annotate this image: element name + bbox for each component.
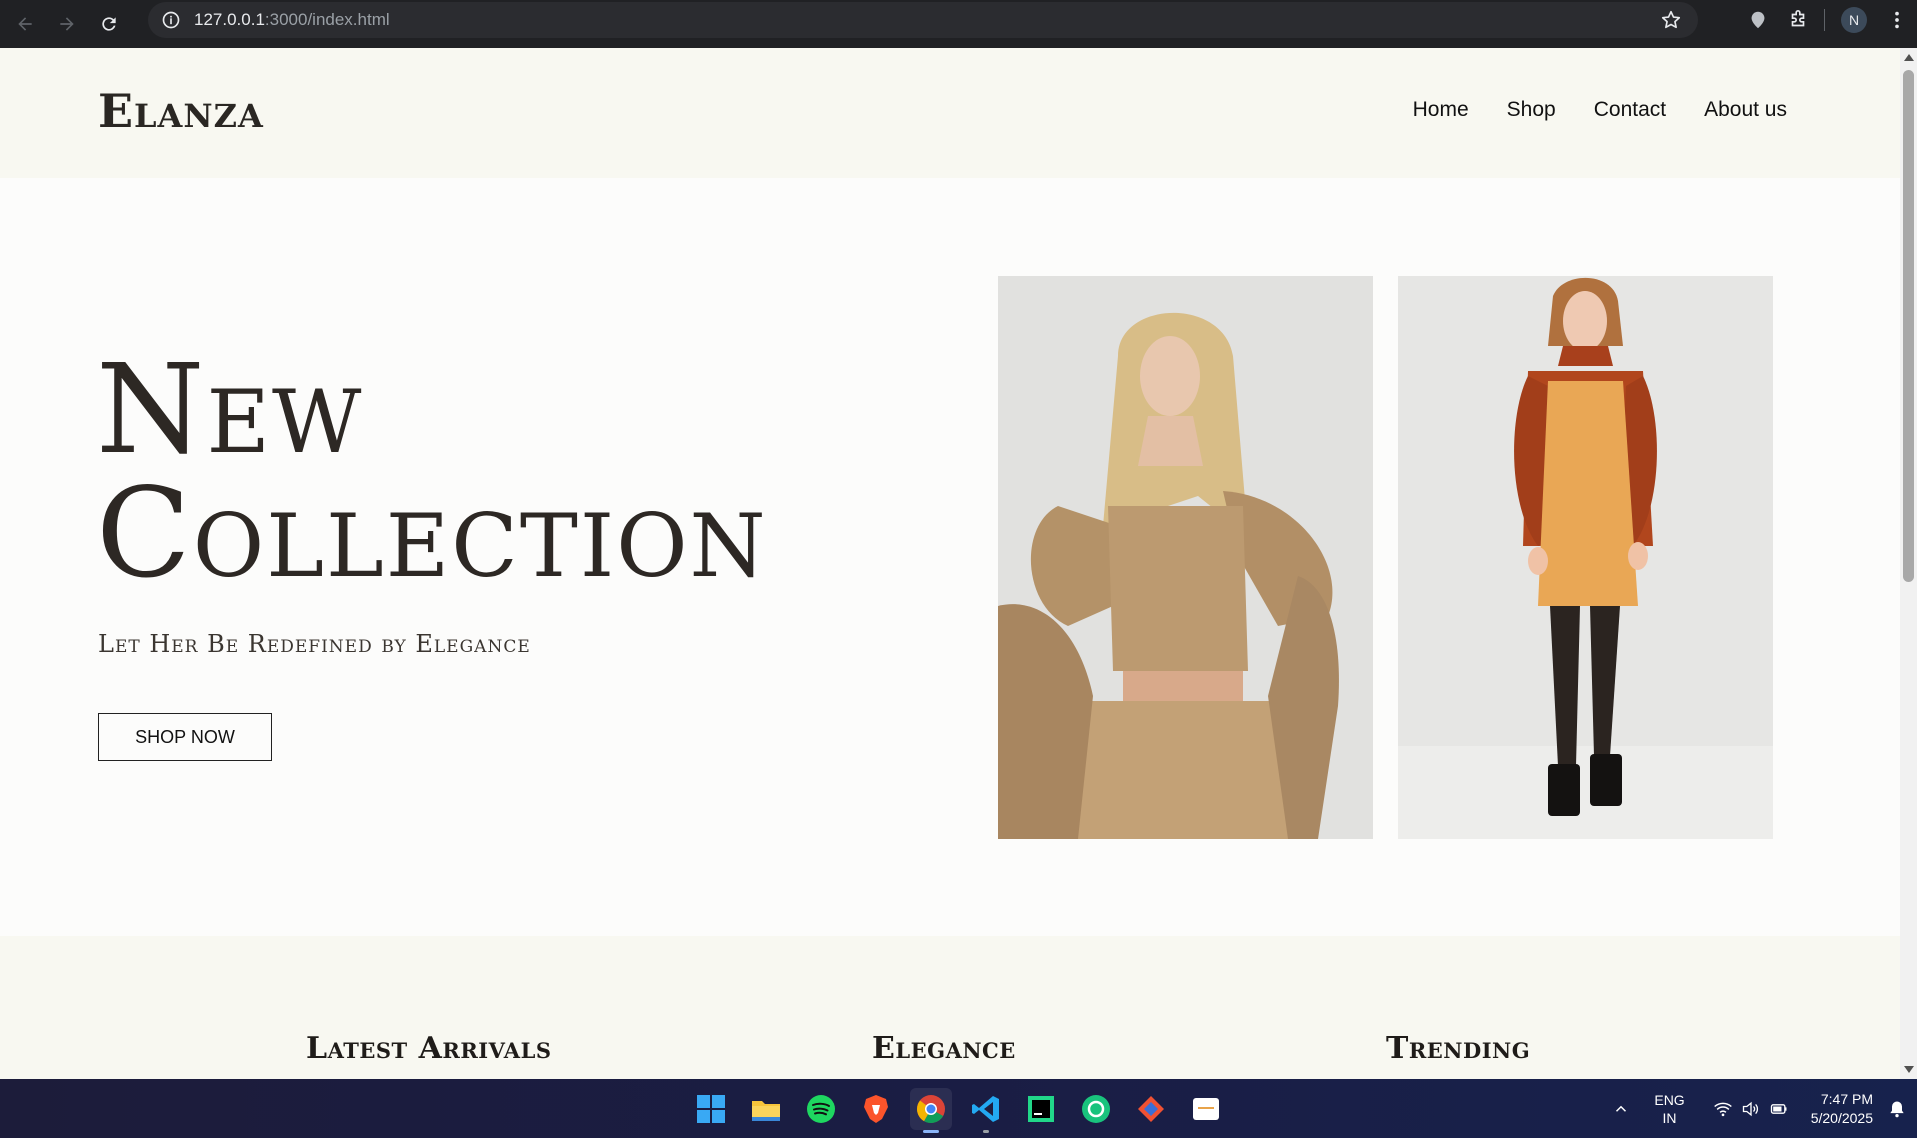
feature-title-elegance: Elegance xyxy=(872,1031,1016,1066)
nav-link-about[interactable]: About us xyxy=(1704,98,1787,122)
system-status-icons[interactable] xyxy=(1713,1099,1789,1119)
spotify-icon[interactable] xyxy=(800,1088,842,1130)
hero-title-line2: Collection xyxy=(96,462,768,606)
brave-icon[interactable] xyxy=(855,1088,897,1130)
scroll-down-arrow-icon[interactable] xyxy=(1904,1066,1914,1073)
clock-time: 7:47 PM xyxy=(1820,1090,1873,1107)
hero-subtitle: Let Her Be Redefined by Elegance xyxy=(98,630,531,658)
nav-link-home[interactable]: Home xyxy=(1413,98,1469,122)
taskbar-apps xyxy=(690,1088,1240,1133)
extensions-puzzle-icon[interactable] xyxy=(1778,0,1818,40)
hero-title: New Collection xyxy=(96,348,768,596)
hero-photo-beige-outfit xyxy=(998,276,1373,839)
address-bar[interactable]: 127.0.0.1:3000/index.html xyxy=(148,2,1698,38)
forward-arrow-icon xyxy=(60,17,74,31)
kebab-menu-icon[interactable] xyxy=(1877,0,1917,40)
battery-icon xyxy=(1770,1103,1787,1114)
extension-pin-icon[interactable] xyxy=(1738,0,1778,40)
toolbar-divider xyxy=(1824,9,1825,31)
windows-taskbar: ENG IN 7:47 PM 5/20/2025 xyxy=(0,1079,1917,1138)
system-tray: ENG IN 7:47 PM 5/20/2025 xyxy=(1606,1079,1917,1138)
open-app-indicator xyxy=(983,1130,989,1133)
bookmark-star-icon[interactable] xyxy=(1660,9,1682,31)
nav-link-shop[interactable]: Shop xyxy=(1507,98,1556,122)
site-header: Elanza Home Shop Contact About us xyxy=(0,48,1900,178)
scroll-up-arrow-icon[interactable] xyxy=(1904,54,1914,61)
shop-now-button[interactable]: SHOP NOW xyxy=(98,713,272,761)
start-icon[interactable] xyxy=(690,1088,732,1130)
site-logo[interactable]: Elanza xyxy=(98,84,264,138)
file-explorer-icon[interactable] xyxy=(745,1088,787,1130)
url-path: :3000/index.html xyxy=(264,10,390,29)
back-arrow-icon xyxy=(18,17,32,31)
hero-photo-orange-dress xyxy=(1398,276,1773,839)
wifi-icon xyxy=(1713,1102,1732,1116)
feature-title-trending: Trending xyxy=(1386,1031,1531,1066)
vscode-icon[interactable] xyxy=(965,1088,1007,1133)
reload-button[interactable] xyxy=(92,7,126,41)
main-nav: Home Shop Contact About us xyxy=(1375,98,1787,122)
notification-bell-icon[interactable] xyxy=(1885,1099,1909,1119)
language-code: ENG xyxy=(1654,1091,1685,1108)
url-host: 127.0.0.1 xyxy=(194,10,265,29)
volume-icon xyxy=(1742,1101,1758,1116)
language-indicator[interactable]: ENG IN xyxy=(1654,1091,1684,1127)
notes-app-icon[interactable] xyxy=(1185,1088,1227,1130)
chatgpt-icon[interactable] xyxy=(1075,1088,1117,1130)
taskbar-clock[interactable]: 7:47 PM 5/20/2025 xyxy=(1811,1090,1873,1128)
profile-avatar[interactable]: N xyxy=(1841,7,1867,33)
show-hidden-icons-chevron-icon[interactable] xyxy=(1606,1100,1636,1118)
browser-toolbar: 127.0.0.1:3000/index.html N xyxy=(0,0,1917,48)
features-section: Latest Arrivals Elegance Trending xyxy=(0,936,1900,1079)
reload-icon xyxy=(102,17,116,31)
hero-title-line1: New xyxy=(96,338,364,482)
forward-button[interactable] xyxy=(50,7,84,41)
feature-title-latest-arrivals: Latest Arrivals xyxy=(306,1031,552,1066)
nav-link-contact[interactable]: Contact xyxy=(1594,98,1666,122)
pycharm-icon[interactable] xyxy=(1020,1088,1062,1130)
page-viewport: Elanza Home Shop Contact About us New Co… xyxy=(0,48,1900,1079)
language-region: IN xyxy=(1662,1109,1677,1126)
site-info-icon[interactable] xyxy=(160,9,182,31)
page-scrollbar[interactable] xyxy=(1900,48,1917,1079)
url-text: 127.0.0.1:3000/index.html xyxy=(194,10,390,30)
back-button[interactable] xyxy=(8,7,42,41)
active-app-indicator xyxy=(923,1130,939,1133)
chrome-icon[interactable] xyxy=(910,1088,952,1133)
hero-section: New Collection Let Her Be Redefined by E… xyxy=(0,178,1900,936)
toolbar-right: N xyxy=(1738,0,1917,40)
scrollbar-thumb[interactable] xyxy=(1903,70,1914,582)
git-icon[interactable] xyxy=(1130,1088,1172,1130)
clock-date: 5/20/2025 xyxy=(1810,1109,1873,1126)
